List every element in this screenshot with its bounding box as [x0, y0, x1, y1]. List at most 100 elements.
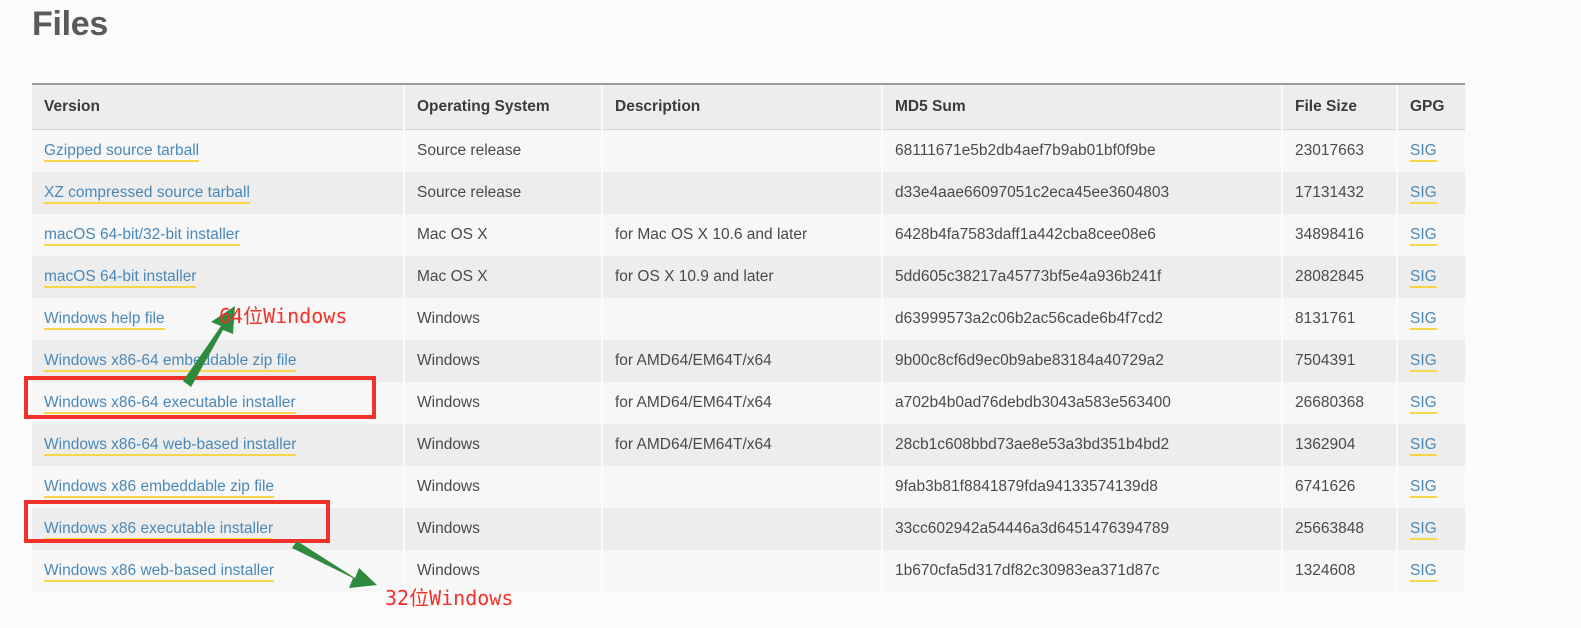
cell-description — [601, 550, 882, 592]
download-link[interactable]: Windows x86-64 web-based installer — [44, 436, 297, 456]
cell-operating-system: Windows — [403, 298, 602, 340]
table-row: macOS 64-bit installer Mac OS Xfor OS X 1… — [32, 256, 1465, 298]
table-row: Windows x86-64 embeddable zip file Window… — [32, 340, 1465, 382]
cell-operating-system: Windows — [403, 508, 602, 550]
download-link[interactable]: Windows help file — [44, 310, 165, 330]
page-title: Files — [32, 5, 108, 43]
cell-description — [601, 172, 882, 214]
download-link[interactable]: Windows x86 embeddable zip file — [44, 478, 275, 498]
cell-gpg: SIG — [1396, 256, 1465, 298]
cell-md5-sum: d33e4aae66097051c2eca45ee3604803 — [881, 172, 1282, 214]
cell-file-size: 1362904 — [1281, 424, 1397, 466]
cell-file-size: 23017663 — [1281, 129, 1397, 172]
cell-file-size: 7504391 — [1281, 340, 1397, 382]
table-row: Gzipped source tarball Source release 6811… — [32, 129, 1465, 172]
table-body: Gzipped source tarball Source release 6811… — [32, 129, 1465, 592]
cell-file-size: 25663848 — [1281, 508, 1397, 550]
cell-md5-sum: 68111671e5b2db4aef7b9ab01bf0f9be — [881, 129, 1282, 172]
table-row: Windows x86 embeddable zip file Windows 9f… — [32, 466, 1465, 508]
cell-operating-system: Windows — [403, 466, 602, 508]
cell-description: for AMD64/EM64T/x64 — [601, 340, 882, 382]
files-table-container: Version Operating System Description MD5… — [32, 83, 1465, 592]
cell-gpg: SIG — [1396, 466, 1465, 508]
cell-description — [601, 466, 882, 508]
cell-md5-sum: 9fab3b81f8841879fda94133574139d8 — [881, 466, 1282, 508]
table-row: Windows help file Windows d63999573a2c06b2… — [32, 298, 1465, 340]
download-link[interactable]: Windows x86-64 embeddable zip file — [44, 352, 297, 372]
cell-version: XZ compressed source tarball — [32, 172, 404, 214]
cell-operating-system: Mac OS X — [403, 256, 602, 298]
cell-version: Windows x86-64 embeddable zip file — [32, 340, 404, 382]
cell-gpg: SIG — [1396, 214, 1465, 256]
cell-version: macOS 64-bit installer — [32, 256, 404, 298]
cell-description — [601, 508, 882, 550]
cell-description: for OS X 10.9 and later — [601, 256, 882, 298]
cell-operating-system: Windows — [403, 382, 602, 424]
page-root: Files Version Operating System Descripti… — [0, 0, 1581, 628]
sig-link[interactable]: SIG — [1410, 520, 1437, 540]
table-row: XZ compressed source tarball Source relea… — [32, 172, 1465, 214]
download-link[interactable]: Windows x86 web-based installer — [44, 562, 275, 582]
column-header-gpg: GPG — [1396, 83, 1465, 130]
cell-file-size: 17131432 — [1281, 172, 1397, 214]
sig-link[interactable]: SIG — [1410, 394, 1437, 414]
cell-md5-sum: 9b00c8cf6d9ec0b9abe83184a40729a2 — [881, 340, 1282, 382]
sig-link[interactable]: SIG — [1410, 268, 1437, 288]
download-link[interactable]: Windows x86-64 executable installer — [44, 394, 296, 414]
cell-md5-sum: 33cc602942a54446a3d6451476394789 — [881, 508, 1282, 550]
cell-operating-system: Windows — [403, 550, 602, 592]
sig-link[interactable]: SIG — [1410, 478, 1437, 498]
table-row: Windows x86-64 executable installer Windo… — [32, 382, 1465, 424]
cell-md5-sum: a702b4b0ad76debdb3043a583e563400 — [881, 382, 1282, 424]
download-link[interactable]: macOS 64-bit installer — [44, 268, 197, 288]
download-link[interactable]: Windows x86 executable installer — [44, 520, 274, 540]
sig-link[interactable]: SIG — [1410, 184, 1437, 204]
table-row: Windows x86 executable installer Windows 3… — [32, 508, 1465, 550]
cell-description: for AMD64/EM64T/x64 — [601, 382, 882, 424]
cell-file-size: 8131761 — [1281, 298, 1397, 340]
cell-operating-system: Mac OS X — [403, 214, 602, 256]
column-header-description: Description — [601, 83, 882, 130]
cell-md5-sum: 1b670cfa5d317df82c30983ea371d87c — [881, 550, 1282, 592]
cell-md5-sum: 6428b4fa7583daff1a442cba8cee08e6 — [881, 214, 1282, 256]
cell-file-size: 6741626 — [1281, 466, 1397, 508]
sig-link[interactable]: SIG — [1410, 352, 1437, 372]
cell-version: Windows x86-64 web-based installer — [32, 424, 404, 466]
column-header-filesize: File Size — [1281, 83, 1397, 130]
cell-md5-sum: d63999573a2c06b2ac56cade6b4f7cd2 — [881, 298, 1282, 340]
files-table: Version Operating System Description MD5… — [32, 83, 1465, 592]
cell-description — [601, 298, 882, 340]
cell-file-size: 28082845 — [1281, 256, 1397, 298]
cell-description: for Mac OS X 10.6 and later — [601, 214, 882, 256]
column-header-version: Version — [32, 83, 404, 130]
cell-gpg: SIG — [1396, 508, 1465, 550]
sig-link[interactable]: SIG — [1410, 142, 1437, 162]
table-header: Version Operating System Description MD5… — [32, 83, 1465, 130]
sig-link[interactable]: SIG — [1410, 226, 1437, 246]
cell-gpg: SIG — [1396, 382, 1465, 424]
cell-gpg: SIG — [1396, 550, 1465, 592]
sig-link[interactable]: SIG — [1410, 310, 1437, 330]
cell-operating-system: Source release — [403, 129, 602, 172]
table-row: macOS 64-bit/32-bit installer Mac OS Xfor… — [32, 214, 1465, 256]
download-link[interactable]: Gzipped source tarball — [44, 142, 200, 162]
column-header-md5: MD5 Sum — [881, 83, 1282, 130]
sig-link[interactable]: SIG — [1410, 436, 1437, 456]
cell-version: Windows help file — [32, 298, 404, 340]
cell-version: Windows x86 web-based installer — [32, 550, 404, 592]
cell-operating-system: Windows — [403, 340, 602, 382]
cell-version: macOS 64-bit/32-bit installer — [32, 214, 404, 256]
cell-version: Gzipped source tarball — [32, 129, 404, 172]
table-row: Windows x86 web-based installer Windows 1b… — [32, 550, 1465, 592]
sig-link[interactable]: SIG — [1410, 562, 1437, 582]
cell-md5-sum: 5dd605c38217a45773bf5e4a936b241f — [881, 256, 1282, 298]
cell-gpg: SIG — [1396, 129, 1465, 172]
cell-gpg: SIG — [1396, 424, 1465, 466]
cell-operating-system: Windows — [403, 424, 602, 466]
cell-description — [601, 129, 882, 172]
cell-file-size: 1324608 — [1281, 550, 1397, 592]
download-link[interactable]: macOS 64-bit/32-bit installer — [44, 226, 240, 246]
cell-file-size: 26680368 — [1281, 382, 1397, 424]
cell-version: Windows x86 executable installer — [32, 508, 404, 550]
download-link[interactable]: XZ compressed source tarball — [44, 184, 250, 204]
